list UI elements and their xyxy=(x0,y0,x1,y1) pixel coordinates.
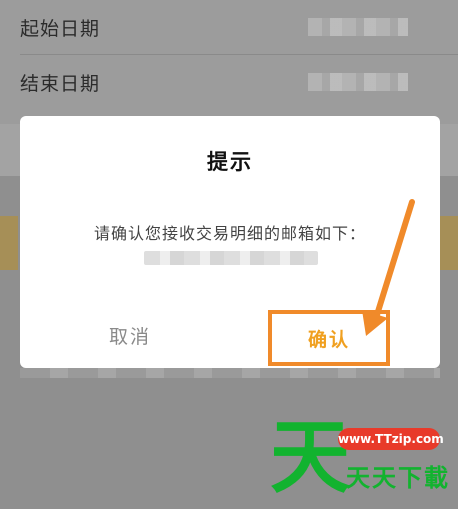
start-date-row[interactable]: 起始日期 xyxy=(0,0,458,54)
start-date-value xyxy=(308,18,408,36)
dialog-message: 请确认您接收交易明细的邮箱如下： xyxy=(93,224,366,243)
cancel-button[interactable]: 取消 xyxy=(80,312,180,362)
watermark-text: 天天下載 xyxy=(346,464,450,492)
background-button-edge-left xyxy=(0,216,18,270)
background-blurred-text xyxy=(20,368,440,378)
end-date-row[interactable]: 结束日期 xyxy=(0,55,458,109)
end-date-label: 结束日期 xyxy=(20,73,101,95)
background-form: 起始日期 结束日期 xyxy=(0,0,458,124)
dialog-title: 提示 xyxy=(207,150,253,174)
confirm-email-dialog: 提示 请确认您接收交易明细的邮箱如下： 取消 确认 xyxy=(20,116,440,368)
watermark-logo: 天 xyxy=(270,411,350,504)
masked-email xyxy=(144,251,318,265)
end-date-value xyxy=(308,73,408,91)
background-button-edge-right xyxy=(440,216,458,270)
start-date-label: 起始日期 xyxy=(20,18,101,40)
watermark-url: www.TTzip.com xyxy=(338,428,444,450)
confirm-button[interactable]: 确认 xyxy=(268,310,390,366)
